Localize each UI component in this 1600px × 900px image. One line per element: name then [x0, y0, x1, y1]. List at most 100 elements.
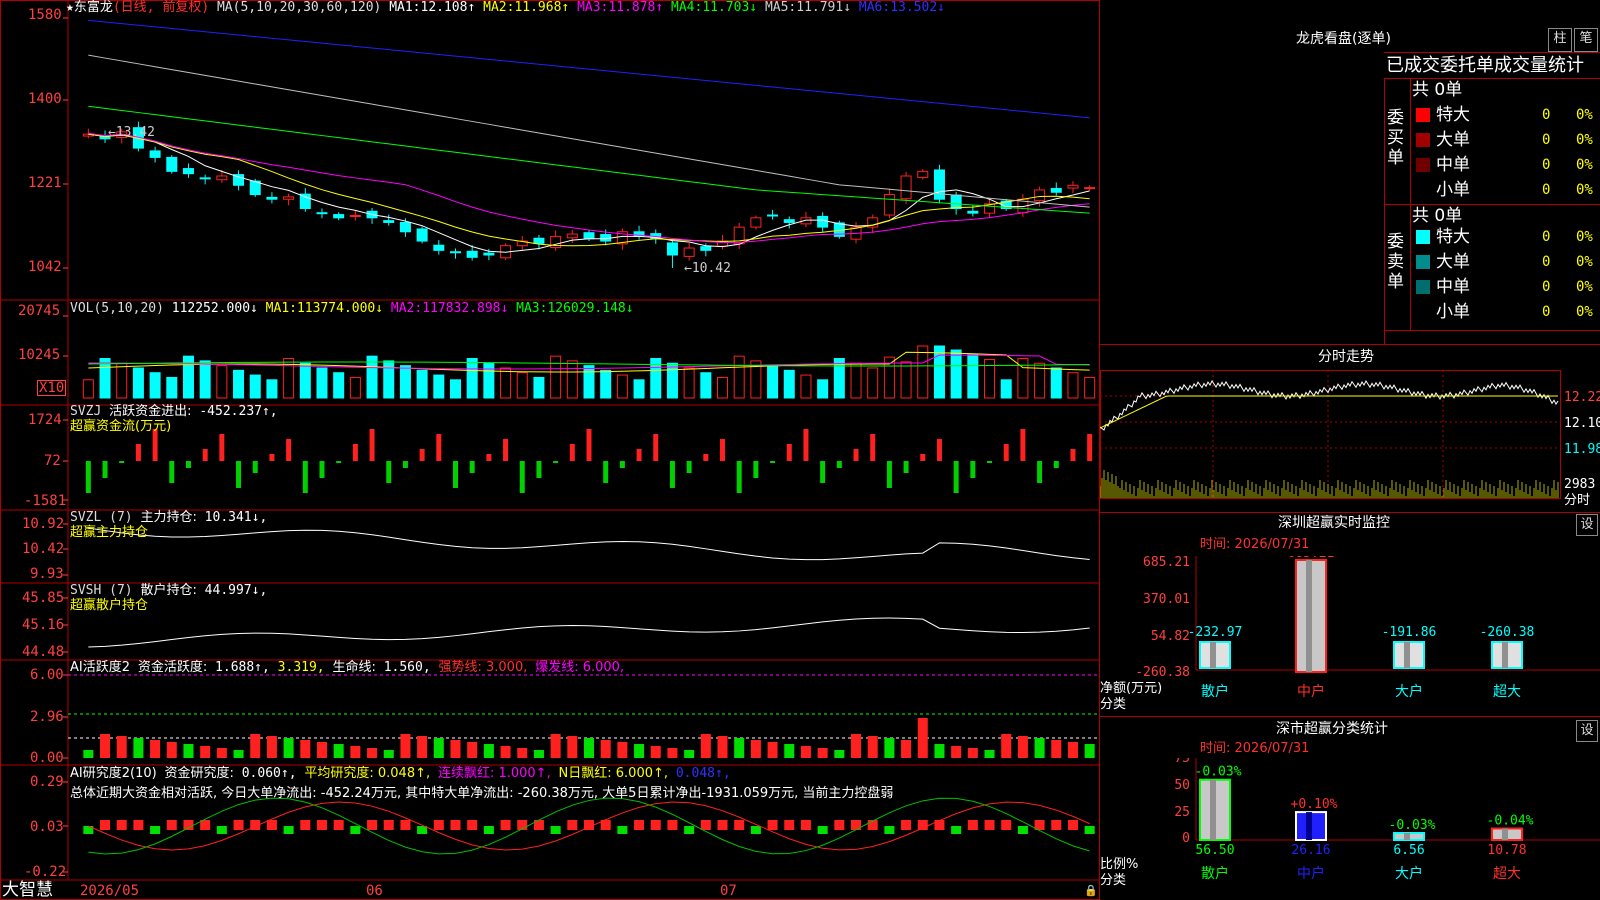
ai-strong-line: 强势线: 3.000,	[438, 660, 528, 675]
pen-view-button[interactable]: 笔	[1574, 28, 1598, 52]
active-bar	[917, 718, 928, 758]
sell-row-name: 小单	[1436, 302, 1470, 322]
active-bar	[650, 746, 661, 758]
intraday-chart[interactable]	[1100, 370, 1600, 510]
active-bar	[216, 748, 227, 758]
ai-active-label: 资金活跃度:	[137, 660, 208, 675]
research-bar	[1051, 820, 1062, 830]
ai-active-ytick-3: 0.00	[30, 750, 64, 766]
stat-chart[interactable]: 75 50 25 0 -0.03% 56.50 散户 +0.10% 26.16 中户 -0.03% 6…	[1100, 758, 1600, 900]
research-bar	[884, 826, 895, 834]
volume-bar	[383, 360, 395, 399]
sell-row-pct: 0%	[1576, 279, 1593, 295]
flow-bar	[85, 461, 91, 493]
volume-bar	[967, 354, 979, 399]
active-bar	[266, 736, 277, 758]
active-bar	[1051, 740, 1062, 758]
stat-ytick: 75	[1174, 758, 1190, 766]
research-bar	[717, 820, 728, 830]
flow-bar	[569, 444, 575, 461]
high-marker: ←13.42	[108, 125, 155, 140]
buy-row-pct: 0%	[1576, 132, 1593, 148]
candle-body	[383, 220, 395, 223]
volume-bar	[299, 362, 311, 399]
svsh-ytick-3: 44.48	[22, 644, 65, 660]
order-stat-tab[interactable]: 已成交委托单成交量统计	[1386, 56, 1584, 76]
monitor-chart[interactable]: 685.21 370.01 54.82 -260.38 -232.97 散户 685.21 中…	[1100, 556, 1600, 716]
kline-chart-area[interactable]	[0, 0, 1100, 900]
monitor-settings-button[interactable]: 设	[1576, 514, 1598, 536]
vol-ytick-1: 20745	[18, 303, 61, 319]
candle-body	[950, 194, 962, 210]
monitor-bar-shade	[1404, 642, 1410, 668]
active-bar	[1017, 736, 1028, 758]
buy-row-name: 中单	[1436, 155, 1470, 175]
research-bar	[667, 820, 678, 830]
buy-total: 共 0单	[1412, 80, 1463, 100]
active-bar	[634, 744, 645, 758]
active-bar	[467, 742, 478, 758]
research-bar	[901, 820, 912, 830]
volume-bar	[116, 362, 128, 399]
column-view-button[interactable]: 柱	[1548, 28, 1572, 52]
monitor-bar-label: -191.86	[1382, 625, 1437, 640]
stock-name[interactable]: 东富龙	[74, 0, 113, 15]
vol-ma2-label: MA2:	[390, 301, 423, 316]
research-bar	[383, 820, 394, 830]
active-bar	[517, 748, 528, 758]
buy-row-name: 小单	[1436, 180, 1470, 200]
flow-bar	[1020, 429, 1026, 461]
vol-unit-badge[interactable]: X10	[37, 380, 67, 396]
flow-bar	[286, 439, 292, 461]
stat-settings-button[interactable]: 设	[1576, 720, 1598, 742]
vol-ma3-label: MA3:	[516, 301, 548, 316]
candle-body	[750, 217, 762, 228]
intraday-title: 分时走势	[1318, 349, 1374, 365]
stat-ytick: 50	[1174, 778, 1190, 793]
volume-bar	[333, 372, 345, 399]
flow-bar	[1053, 461, 1059, 468]
main-ytick-2: 1400	[28, 91, 62, 107]
date-label-jun: 06	[366, 883, 383, 899]
active-bar	[1067, 742, 1078, 758]
volume-bar	[416, 369, 428, 399]
research-bar	[817, 826, 828, 834]
svsh-line	[88, 617, 1090, 648]
active-bar	[583, 738, 595, 758]
active-bar	[1001, 734, 1012, 758]
candle-body	[316, 212, 328, 215]
volume-bar	[249, 374, 261, 399]
research-bar	[266, 820, 277, 830]
candle-body	[1034, 189, 1046, 202]
flow-bar	[970, 461, 976, 478]
buy-row-count: 0	[1542, 132, 1551, 148]
ai-research-ytick-2: 0.03	[30, 819, 64, 835]
ai-research-title: AI研究度2(10)	[70, 766, 157, 781]
research-bar	[784, 820, 795, 830]
candle-body	[266, 196, 278, 200]
active-bar	[500, 746, 511, 758]
candle-body	[483, 252, 495, 256]
research-bar	[684, 826, 695, 834]
flow-bar	[169, 461, 175, 483]
buy-row-swatch	[1416, 158, 1430, 172]
volume-bar	[399, 365, 411, 399]
research-bar	[367, 820, 378, 830]
flow-bar	[319, 461, 325, 478]
candle-body	[583, 232, 595, 240]
ma6-line	[88, 19, 1090, 119]
period-label[interactable]: (日线, 前复权)	[113, 0, 209, 15]
candle-body	[767, 214, 779, 217]
stat-bar-delta: -0.03%	[1195, 765, 1242, 780]
stat-bar-value: 6.56	[1393, 843, 1424, 858]
active-bar	[550, 734, 561, 758]
candle-body	[817, 215, 829, 228]
flow-bar	[936, 439, 942, 461]
candle-body	[666, 242, 678, 256]
lock-icon[interactable]: 🔒	[1084, 884, 1098, 897]
active-bar	[316, 742, 327, 758]
volume-bar	[550, 355, 562, 399]
volume-bar	[149, 372, 161, 399]
stat-category: 大户	[1395, 865, 1423, 882]
sell-row-swatch	[1416, 280, 1430, 294]
